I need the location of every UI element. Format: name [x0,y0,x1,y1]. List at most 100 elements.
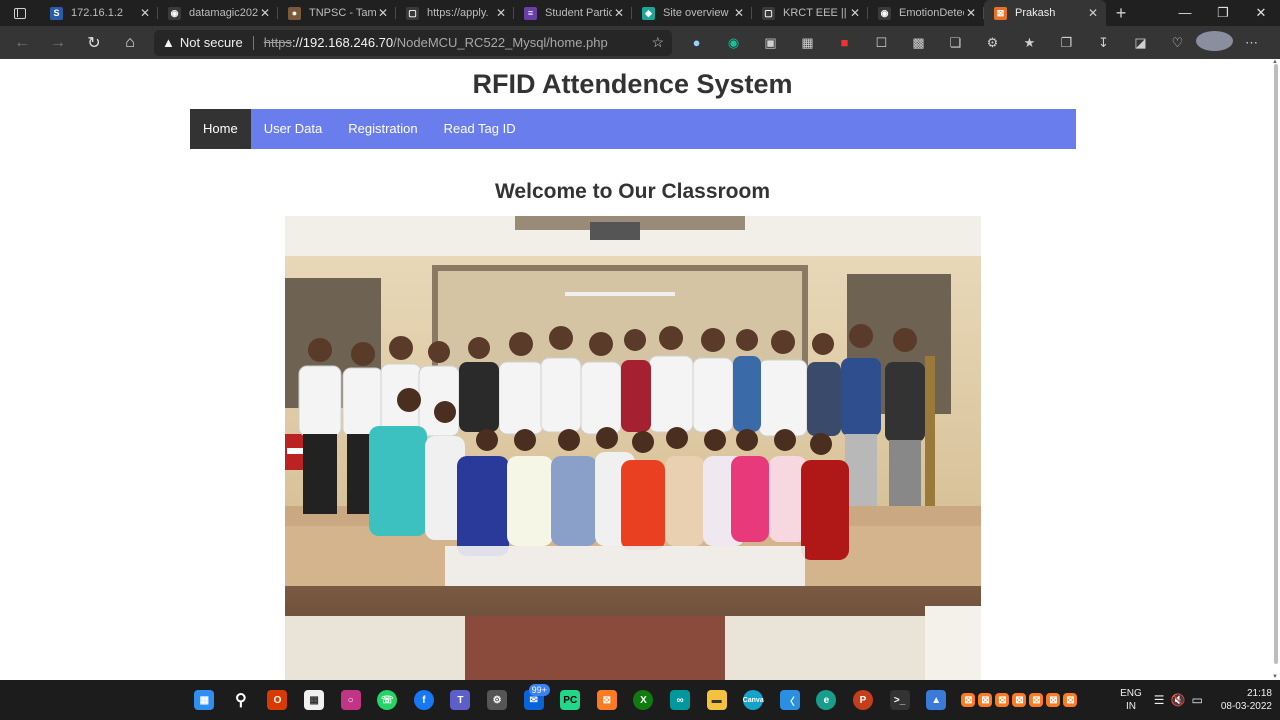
file-explorer-icon[interactable]: ▬ [698,680,735,720]
tab-title: Student Partic [545,7,612,19]
tab-actions-icon[interactable] [0,0,40,26]
tab-close-icon[interactable]: ✕ [258,6,272,20]
close-window-icon[interactable]: ✕ [1242,0,1280,26]
tab-close-icon[interactable]: ✕ [1086,6,1100,20]
browser-tab[interactable]: S 172.16.1.2 ✕ [40,0,158,26]
add-favorite-icon[interactable]: ☆ [651,34,664,51]
welcome-heading: Welcome to Our Classroom [494,180,770,203]
puzzle-extension-icon[interactable]: ▩ [900,35,937,51]
tab-close-icon[interactable]: ✕ [964,6,978,20]
battery-icon[interactable]: ▭ [1192,693,1209,707]
refresh-icon[interactable]: ↻ [76,33,112,53]
edge-icon[interactable]: e [808,680,845,720]
browser-tab-strip: S172.16.1.2✕◉datamagic2022✕●TNPSC - Tami… [0,0,1280,26]
office-icon[interactable]: O [259,680,296,720]
share-icon[interactable]: ◪ [1122,35,1159,51]
instagram-icon[interactable]: ○ [332,680,369,720]
language-indicator[interactable]: ENG IN [1120,687,1142,713]
warning-icon[interactable]: ▲ [162,35,175,50]
browser-tab[interactable]: ◉ EmotionDetect ✕ [868,0,984,26]
nav-link-home[interactable]: Home [190,109,251,149]
tab-close-icon[interactable]: ✕ [138,6,152,20]
downloads-icon[interactable]: ↧ [1085,35,1122,51]
windows-taskbar: ▦ ⚲ O ▦ ○ ☏ f T ⚙ ✉ 99+ PC ⊠ X ∞ ▬ Canva … [0,680,1280,720]
tab-favicon-icon: ▢ [762,6,775,20]
browser-tab[interactable]: ● TNPSC - Tamil Nadu✕ [278,0,396,26]
browser-essentials-icon[interactable]: ♡ [1159,35,1196,51]
canva-icon[interactable]: Canva [735,680,772,720]
nav-link-read-tag-id[interactable]: Read Tag ID [431,109,529,149]
wifi-icon[interactable]: ☰ [1154,693,1171,707]
clock[interactable]: 21:18 08-03-2022 [1221,687,1272,713]
tray-icons[interactable]: ☰🔇▭ [1154,693,1209,707]
tab-close-icon[interactable]: ✕ [494,6,508,20]
tab-close-icon[interactable]: ✕ [376,6,390,20]
back-icon[interactable]: ← [4,34,40,52]
page-scrollbar[interactable]: ▲ ▼ [1270,59,1280,680]
tab-favicon-icon: ⊠ [994,6,1007,20]
tab-favicon-icon: ◉ [878,6,891,20]
collections-icon[interactable]: ❐ [1048,35,1085,51]
store-icon[interactable]: ▦ [296,680,333,720]
browser-tab[interactable]: ◆ Site overview ✕ [632,0,752,26]
grammarly-icon[interactable]: ◉ [715,35,752,51]
tab-close-icon[interactable]: ✕ [732,6,746,20]
browser-tab[interactable]: ⊠ Prakash ✕ [984,0,1106,26]
terminal-icon[interactable]: >_ [881,680,918,720]
settings-icon[interactable]: ⚙ [479,680,516,720]
tab-favicon-icon: ◆ [642,6,655,20]
profile-avatar[interactable] [1196,31,1233,54]
tab-favicon-icon: ▢ [406,6,419,20]
teams-icon[interactable]: T [442,680,479,720]
camera-extension-icon[interactable]: ▣ [752,35,789,51]
nav-link-user-data[interactable]: User Data [251,109,336,149]
xampp-icon[interactable]: ⊠ [589,680,626,720]
nav-link-registration[interactable]: Registration [335,109,430,149]
pocket-extension-icon[interactable]: ■ [826,35,863,50]
whatsapp-icon[interactable]: ☏ [369,680,406,720]
xbox-icon[interactable]: X [625,680,662,720]
volume-muted-icon[interactable]: 🔇 [1171,693,1192,707]
tab-title: https://apply. [427,7,489,19]
screenshot-extension-icon[interactable]: ▦ [789,35,826,51]
vscode-icon[interactable]: 〈 [772,680,809,720]
clipboard-extension-icon[interactable]: ☐ [863,35,900,51]
search-icon[interactable]: ⚲ [223,680,260,720]
forward-icon[interactable]: → [40,34,76,52]
favorites-icon[interactable]: ★ [1011,35,1048,51]
top-navigation: Home User Data Registration Read Tag ID [190,109,1076,149]
pycharm-icon[interactable]: PC [552,680,589,720]
restore-icon[interactable]: ❐ [1204,0,1242,26]
notification-badge: 99+ [528,684,550,696]
more-menu-icon[interactable]: ⋯ [1233,35,1270,51]
security-label[interactable]: Not secure [180,35,243,50]
xampp-instances[interactable]: ⊠ ⊠ ⊠ ⊠ ⊠ ⊠ ⊠ [954,680,1084,720]
tab-close-icon[interactable]: ✕ [848,6,862,20]
tab-title: Site overview [663,7,729,19]
scrollbar-thumb[interactable] [1274,64,1278,664]
extensions-icon[interactable]: ⚙ [974,35,1011,51]
address-separator [252,35,254,50]
messenger-icon[interactable]: f [406,680,443,720]
new-tab-icon[interactable]: + [1106,3,1136,24]
mail-icon[interactable]: ✉ 99+ [515,680,552,720]
photos-icon[interactable]: ▲ [918,680,955,720]
page-viewport: RFID Attendence System Home User Data Regi… [0,59,1280,680]
start-icon[interactable]: ▦ [186,680,223,720]
browser-tab[interactable]: ◉ datamagic2022 ✕ [158,0,278,26]
group-photo-image [285,216,981,680]
arduino-icon[interactable]: ∞ [662,680,699,720]
classroom-photo [285,216,981,680]
collections-extension-icon[interactable]: ❏ [937,35,974,51]
minimize-icon[interactable]: — [1166,0,1204,26]
browser-tab[interactable]: ▢ https://apply. ✕ [396,0,514,26]
address-bar[interactable]: ▲ Not secure https ://192.168.246.70 /No… [154,29,672,56]
tab-title: datamagic2022 [189,7,258,19]
browser-tab[interactable]: ≡ Student Partic ✕ [514,0,632,26]
url-host: ://192.168.246.70 [291,35,394,50]
powerpoint-icon[interactable]: P [845,680,882,720]
browser-tab[interactable]: ▢ KRCT EEE || Lib✕ [752,0,868,26]
home-icon[interactable]: ⌂ [112,34,148,52]
search-extension-icon[interactable]: ● [678,35,715,50]
tab-close-icon[interactable]: ✕ [612,6,626,20]
